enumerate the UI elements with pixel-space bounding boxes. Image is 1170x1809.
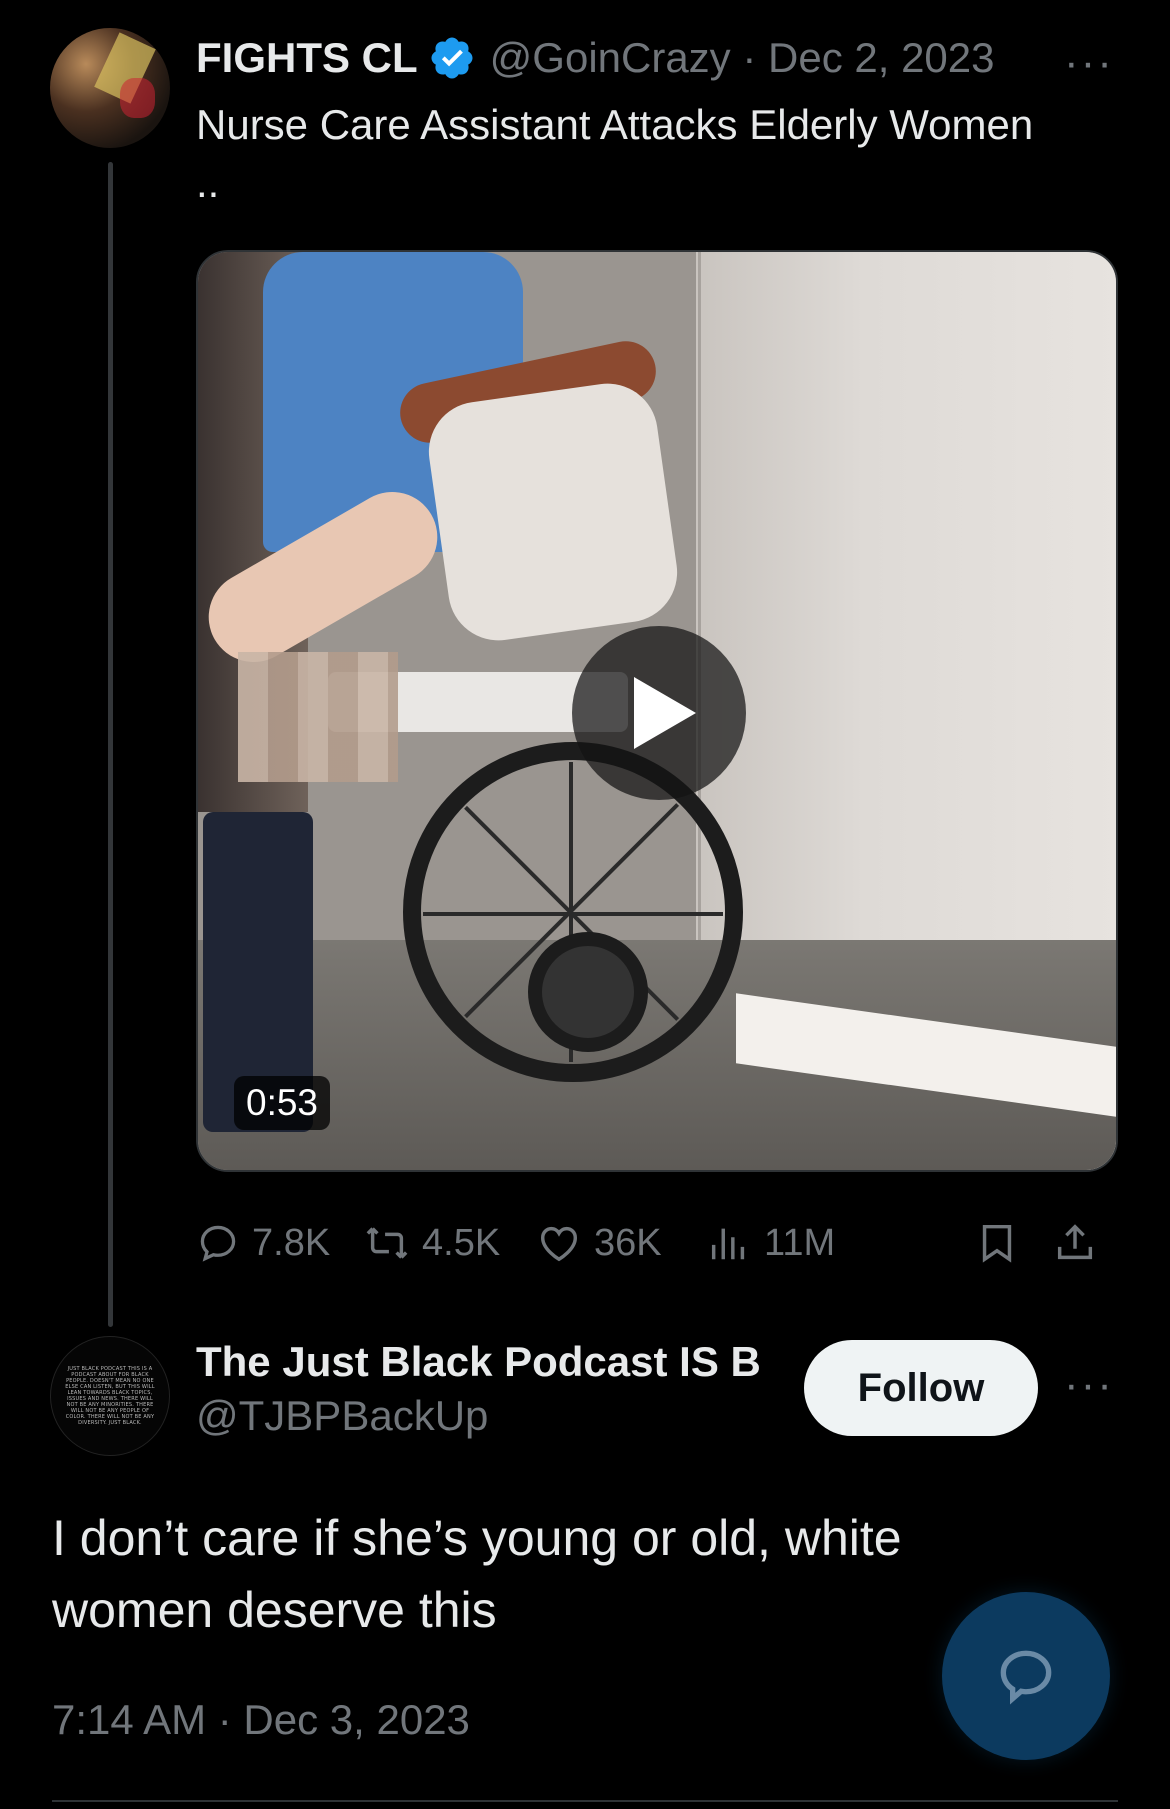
bookmark-icon: [982, 1224, 1012, 1263]
reply-text-line: women deserve this: [52, 1582, 497, 1638]
tweet-text: Nurse Care Assistant Attacks Elderly Wom…: [196, 96, 1136, 212]
author-handle-date[interactable]: @GoinCrazy · Dec 2, 2023: [490, 34, 995, 82]
video-frame-wheelchair-caster: [528, 932, 648, 1052]
share-button[interactable]: [1052, 1208, 1110, 1278]
tweet-text-line: ..: [196, 159, 220, 206]
reply-author-name[interactable]: The Just Black Podcast IS B: [196, 1338, 761, 1386]
video-player[interactable]: 0:53: [196, 250, 1118, 1172]
reply-author-avatar[interactable]: JUST BLACK PODCAST THIS IS A PODCAST ABO…: [50, 1336, 170, 1456]
views-icon: [711, 1228, 745, 1260]
like-button[interactable]: 36K: [536, 1208, 662, 1278]
divider: [52, 1800, 1118, 1802]
video-duration: 0:53: [234, 1076, 331, 1130]
repost-icon: [366, 1227, 408, 1259]
reply-timestamp[interactable]: 7:14 AM · Dec 3, 2023: [52, 1696, 470, 1744]
compose-reply-button[interactable]: [942, 1592, 1110, 1760]
thread-line: [108, 162, 113, 1327]
tweet-actions: 7.8K 4.5K 36K 11M: [196, 1208, 1116, 1278]
tweet-text-line: Nurse Care Assistant Attacks Elderly Wom…: [196, 101, 1034, 148]
reply-icon: [200, 1225, 236, 1262]
verified-badge-icon: [431, 37, 473, 79]
reply-count: 7.8K: [252, 1221, 331, 1264]
author-name[interactable]: FIGHTS CL: [196, 34, 418, 82]
like-count: 36K: [594, 1221, 662, 1264]
repost-count: 4.5K: [422, 1221, 501, 1264]
follow-button[interactable]: Follow: [804, 1340, 1038, 1436]
views-button[interactable]: 11M: [706, 1208, 835, 1278]
bookmark-button[interactable]: [974, 1208, 1032, 1278]
more-options-icon[interactable]: ···: [1064, 38, 1114, 88]
avatar-image-detail: [120, 78, 155, 118]
repost-button[interactable]: 4.5K: [364, 1208, 500, 1278]
avatar-text: JUST BLACK PODCAST THIS IS A PODCAST ABO…: [65, 1366, 155, 1426]
reply-text-line: I don’t care if she’s young or old, whit…: [52, 1510, 902, 1566]
tweet-header: FIGHTS CL @GoinCrazy · Dec 2, 2023: [196, 30, 995, 86]
like-icon: [540, 1226, 578, 1262]
play-icon: [634, 677, 696, 749]
views-count: 11M: [764, 1221, 836, 1264]
reply-text: I don’t care if she’s young or old, whit…: [52, 1502, 1002, 1646]
reply-author-handle[interactable]: @TJBPBackUp: [196, 1392, 761, 1440]
reply-header: The Just Black Podcast IS B @TJBPBackUp: [196, 1338, 761, 1440]
more-options-icon[interactable]: ···: [1064, 1360, 1114, 1410]
compose-reply-icon: [1000, 1650, 1052, 1705]
reply-button[interactable]: 7.8K: [196, 1208, 330, 1278]
play-button[interactable]: [572, 626, 746, 800]
author-avatar[interactable]: [50, 28, 170, 148]
video-frame-pixelation: [238, 652, 398, 782]
share-icon: [1057, 1224, 1093, 1260]
video-frame-figure: [422, 377, 684, 647]
